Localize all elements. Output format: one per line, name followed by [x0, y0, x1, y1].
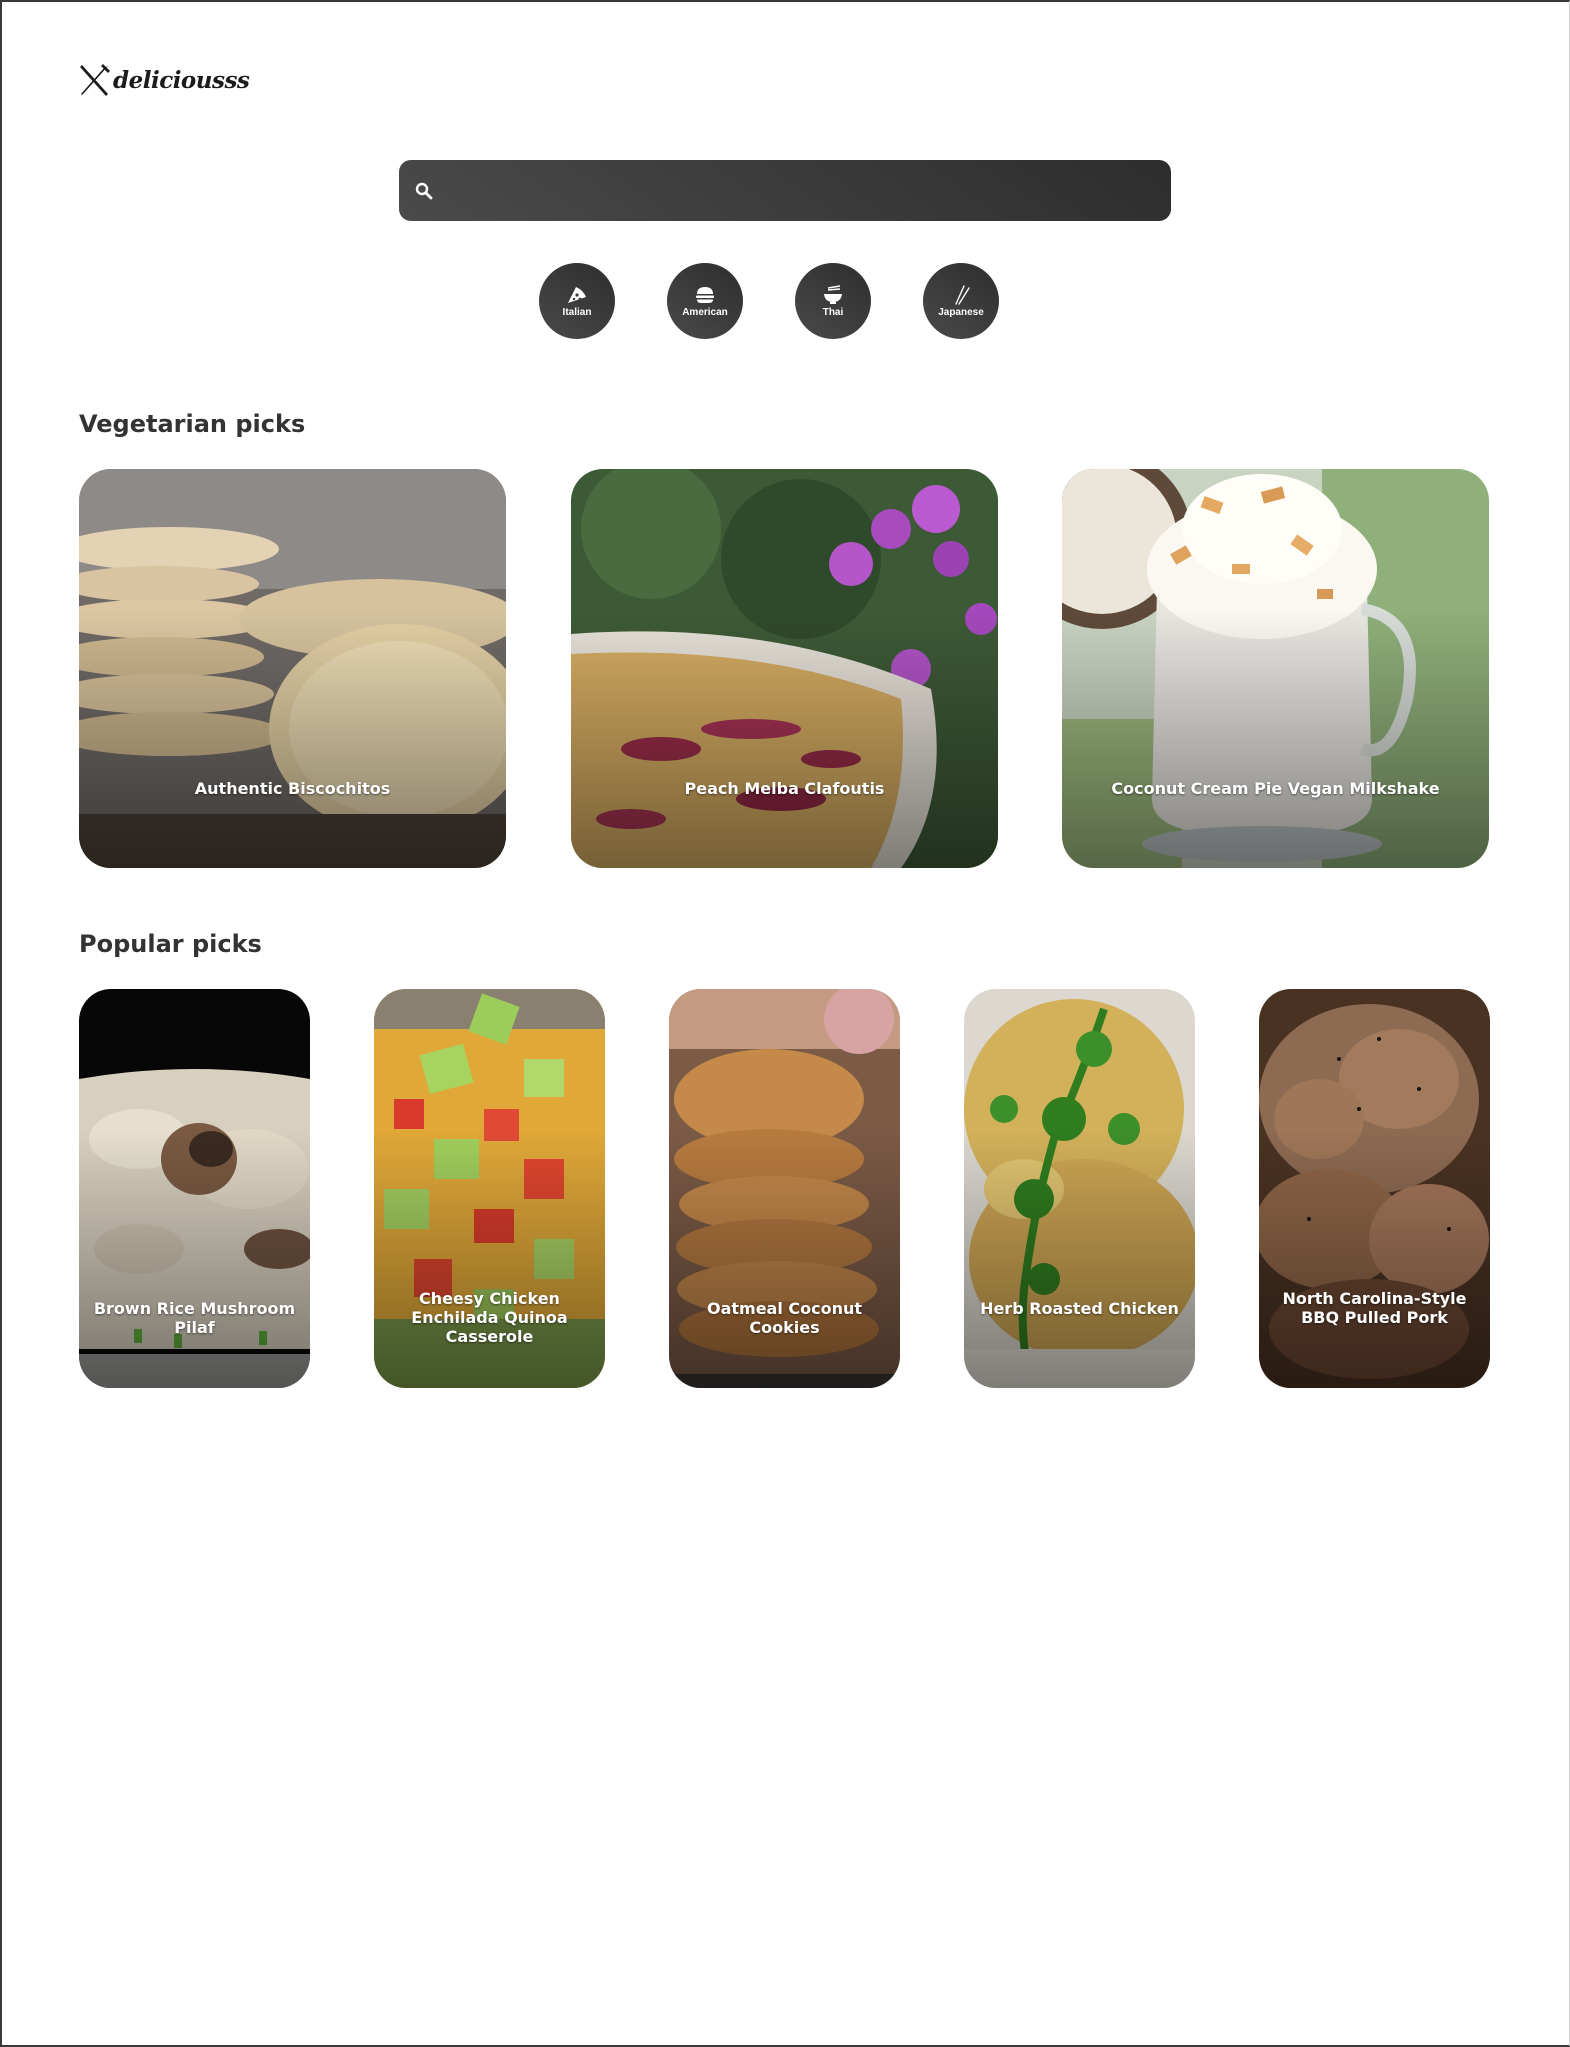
recipe-title: Herb Roasted Chicken: [980, 1299, 1179, 1318]
recipe-card[interactable]: Coconut Cream Pie Vegan Milkshake: [1062, 469, 1489, 868]
card-overlay: [79, 469, 506, 868]
card-overlay: [964, 989, 1195, 1388]
cuisine-italian-button[interactable]: Italian: [539, 263, 615, 339]
search-input[interactable]: [433, 160, 1171, 221]
recipe-title: Oatmeal Coconut Cookies: [706, 1299, 863, 1337]
brand-logo[interactable]: deliciousss: [79, 63, 250, 97]
burger-icon: [696, 286, 714, 303]
recipe-card[interactable]: Herb Roasted Chicken: [964, 989, 1195, 1388]
cuisine-label: Japanese: [938, 306, 984, 318]
card-overlay: [1259, 989, 1490, 1388]
recipe-title: North Carolina-Style BBQ Pulled Pork: [1282, 1289, 1467, 1327]
recipe-card[interactable]: Oatmeal Coconut Cookies: [669, 989, 900, 1388]
cuisine-thai-button[interactable]: Thai: [795, 263, 871, 339]
pizza-icon: [568, 286, 586, 303]
recipe-title: Authentic Biscochitos: [194, 779, 391, 798]
cuisine-label: Thai: [822, 306, 844, 318]
recipe-card[interactable]: Cheesy Chicken Enchilada Quinoa Casserol…: [374, 989, 605, 1388]
recipe-title: Brown Rice Mushroom Pilaf: [93, 1299, 296, 1337]
recipe-title: Cheesy Chicken Enchilada Quinoa Casserol…: [411, 1289, 568, 1346]
recipe-card[interactable]: Peach Melba Clafoutis: [571, 469, 998, 868]
card-overlay: [1062, 469, 1489, 868]
cuisine-japanese-button[interactable]: Japanese: [923, 263, 999, 339]
cuisine-american-button[interactable]: American: [667, 263, 743, 339]
recipe-title: Peach Melba Clafoutis: [684, 779, 885, 798]
recipe-title: Coconut Cream Pie Vegan Milkshake: [1111, 779, 1440, 798]
fork-knife-icon: [80, 64, 110, 96]
chopsticks-icon: [955, 284, 970, 305]
search-icon: [415, 182, 433, 199]
popular-section-title: Popular picks: [79, 930, 262, 958]
search-bar[interactable]: [399, 160, 1171, 221]
recipe-card[interactable]: North Carolina-Style BBQ Pulled Pork: [1259, 989, 1490, 1388]
cuisine-nav: Italian American Thai Japanese: [539, 263, 999, 339]
cuisine-label: Italian: [562, 306, 592, 318]
brand-name: deliciousss: [113, 66, 250, 94]
card-overlay: [571, 469, 998, 868]
noodle-bowl-icon: [824, 284, 842, 304]
cuisine-label: American: [682, 306, 728, 318]
vegetarian-section-title: Vegetarian picks: [79, 410, 306, 438]
recipe-card[interactable]: Brown Rice Mushroom Pilaf: [79, 989, 310, 1388]
recipe-card[interactable]: Authentic Biscochitos: [79, 469, 506, 868]
